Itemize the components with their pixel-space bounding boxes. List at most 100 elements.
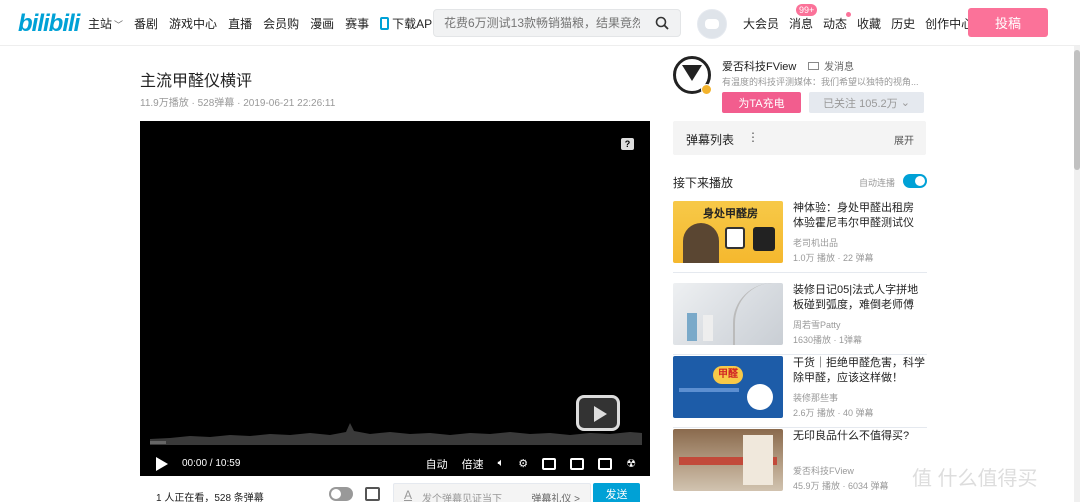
nav-live[interactable]: 直播 (228, 15, 252, 32)
time-total: 10:59 (215, 458, 241, 469)
playback-time: 00:00 / 10:59 (182, 458, 241, 469)
recommend-title[interactable]: 神体验：身处甲醛出租房 体验霍尼韦尔甲醛测试仪 (793, 201, 927, 231)
nav-messages[interactable]: 99+ 消息 (789, 3, 818, 32)
autoplay-toggle[interactable] (903, 174, 927, 188)
follow-label: 已关注 105.2万 (823, 97, 898, 110)
recommend-item[interactable]: 装修日记05|法式人字拼地板碰到弧度，难倒老师傅 周若雪Patty 1630播放… (673, 283, 927, 355)
recommend-author[interactable]: 周若雪Patty (793, 318, 841, 331)
bilibili-logo[interactable]: bilibili (18, 10, 80, 38)
nav-creator-center[interactable]: 创作中心 (925, 15, 973, 32)
chevron-down-icon: ﹀ (114, 19, 124, 30)
nav-home-label: 主站 (88, 16, 113, 31)
danmaku-etiquette-link[interactable]: 弹幕礼仪 > (531, 490, 580, 502)
search-button[interactable] (644, 10, 680, 36)
main-nav: 主站 ﹀ 番剧 游戏中心 直播 会员购 漫画 赛事 下载APP (88, 0, 451, 46)
help-icon[interactable]: ? (621, 138, 634, 150)
publish-date: 2019-06-21 22:26:11 (243, 98, 336, 109)
nav-vip[interactable]: 大会员 (743, 15, 779, 32)
thumb-shelf (743, 435, 773, 485)
recommend-item[interactable]: 无印良品什么不值得买? 爱否科技FView 45.9万 播放 · 6034 弹幕 (673, 429, 927, 501)
nav-shop[interactable]: 会员购 (263, 15, 299, 32)
nav-game-center[interactable]: 游戏中心 (169, 15, 217, 32)
watermark: 值 什么值得买 (912, 468, 1038, 490)
recommend-author[interactable]: 老司机出品 (793, 236, 838, 249)
nav-home[interactable]: 主站 ﹀ (88, 15, 123, 32)
autoplay-label: 自动连播 (859, 178, 896, 188)
user-nav: 大会员 99+ 消息 动态 收藏 历史 创作中心 (743, 0, 983, 46)
player-controls: 00:00 / 10:59 自动 倍速 🔈︎ ⚙ ☢ (140, 451, 650, 476)
thumb-person (703, 315, 713, 341)
settings-gear-icon[interactable]: ⚙ (518, 457, 528, 470)
search-icon (655, 16, 669, 30)
web-fullscreen-icon[interactable] (598, 457, 613, 470)
nav-messages-label: 消息 (789, 16, 814, 31)
page-scrollbar[interactable] (1074, 46, 1080, 502)
danmaku-list-header[interactable]: 弹幕列表 ⋮ 展开 (673, 121, 926, 155)
thumb-device (753, 227, 775, 251)
danmaku-count: 528弹幕 (197, 98, 235, 109)
uploader-description: 有温度的科技评测媒体：我们希望以独特的视角... (722, 77, 919, 87)
recommend-title[interactable]: 干货｜拒绝甲醛危害，科学除甲醛，应该这样做！ (793, 356, 927, 386)
progress-waveform[interactable] (150, 417, 642, 445)
nav-download-app[interactable]: 下载APP (380, 15, 440, 32)
danmaku-toggle[interactable] (329, 487, 353, 501)
video-thumbnail[interactable] (673, 429, 783, 491)
thumb-line (679, 388, 739, 392)
danmaku-list-title: 弹幕列表 (686, 133, 735, 147)
speed-button[interactable]: 倍速 (462, 456, 484, 472)
message-count-badge: 99+ (796, 3, 818, 16)
video-thumbnail[interactable]: 甲醛 (673, 356, 783, 418)
search-input[interactable] (444, 10, 640, 36)
player-right-controls: 自动 倍速 🔈︎ ⚙ ☢ (412, 451, 636, 476)
send-danmaku-button[interactable]: 发送 (593, 483, 640, 502)
recommend-title[interactable]: 无印良品什么不值得买? (793, 429, 927, 444)
search-box (433, 9, 681, 37)
send-message-link[interactable]: 发消息 (808, 58, 854, 73)
fullscreen-icon[interactable]: ☢ (626, 457, 636, 470)
time-current: 00:00 (182, 458, 208, 469)
expand-button[interactable]: 展开 (894, 132, 914, 147)
recommend-stats: 2.6万 播放 · 40 弹幕 (793, 408, 874, 418)
video-thumbnail[interactable]: 身处甲醛房 (673, 201, 783, 263)
widescreen-icon[interactable] (570, 457, 585, 470)
video-thumbnail[interactable] (673, 283, 783, 345)
font-style-icon[interactable]: A (404, 488, 412, 502)
nav-dynamics[interactable]: 动态 (823, 11, 852, 32)
volume-icon[interactable]: 🔈︎ (498, 457, 505, 470)
danmaku-settings-icon[interactable] (365, 487, 380, 501)
danmaku-bar: 1 人正在看，528 条弹幕 A 发个弹幕见证当下 弹幕礼仪 > 发送 (140, 476, 650, 502)
upload-button[interactable]: 投稿 (968, 8, 1048, 37)
user-avatar[interactable] (697, 9, 727, 39)
recommend-title[interactable]: 装修日记05|法式人字拼地板碰到弧度，难倒老师傅 (793, 283, 927, 313)
chevron-down-icon: ⌄ (900, 97, 910, 109)
recommend-author[interactable]: 爱否科技FView (793, 464, 854, 477)
video-meta: 11.9万播放 · 528弹幕 · 2019-06-21 22:26:11 (140, 94, 335, 109)
nav-anime[interactable]: 番剧 (134, 15, 158, 32)
recommend-item[interactable]: 甲醛 干货｜拒绝甲醛危害，科学除甲醛，应该这样做！ 装修那些事 2.6万 播放 … (673, 356, 927, 428)
danmaku-placeholder: 发个弹幕见证当下 (422, 494, 502, 502)
phone-icon (380, 16, 390, 30)
uploader-name[interactable]: 爱否科技FView (722, 58, 796, 74)
nav-esports[interactable]: 赛事 (345, 15, 369, 32)
nav-history[interactable]: 历史 (891, 15, 915, 32)
nav-manga[interactable]: 漫画 (310, 15, 334, 32)
recommend-author[interactable]: 装修那些事 (793, 391, 838, 404)
recommend-item[interactable]: 身处甲醛房 神体验：身处甲醛出租房 体验霍尼韦尔甲醛测试仪 老司机出品 1.0万… (673, 201, 927, 273)
nav-favorites[interactable]: 收藏 (857, 15, 881, 32)
charge-button[interactable]: 为TA充电 (722, 92, 801, 113)
send-message-label: 发消息 (824, 62, 854, 73)
next-up-title: 接下来播放 (673, 176, 734, 190)
pip-icon[interactable] (542, 457, 557, 470)
scrollbar-thumb[interactable] (1074, 50, 1080, 170)
video-player[interactable]: ? 00:00 / 10:59 自动 倍速 🔈︎ ⚙ ☢ (140, 121, 650, 476)
follow-button[interactable]: 已关注 105.2万 ⌄ (809, 92, 924, 113)
mail-icon (808, 62, 819, 70)
quality-auto-button[interactable]: 自动 (426, 456, 448, 472)
thumb-device (725, 227, 745, 249)
more-options-icon[interactable]: ⋮ (747, 130, 759, 144)
danmaku-input[interactable]: A 发个弹幕见证当下 弹幕礼仪 > (393, 483, 591, 502)
video-title: 主流甲醛仪横评 (140, 73, 253, 90)
viewer-count: 1 人正在看，528 条弹幕 (156, 493, 264, 502)
thumb-caption: 甲醛 (713, 366, 743, 384)
play-icon[interactable] (156, 456, 168, 471)
